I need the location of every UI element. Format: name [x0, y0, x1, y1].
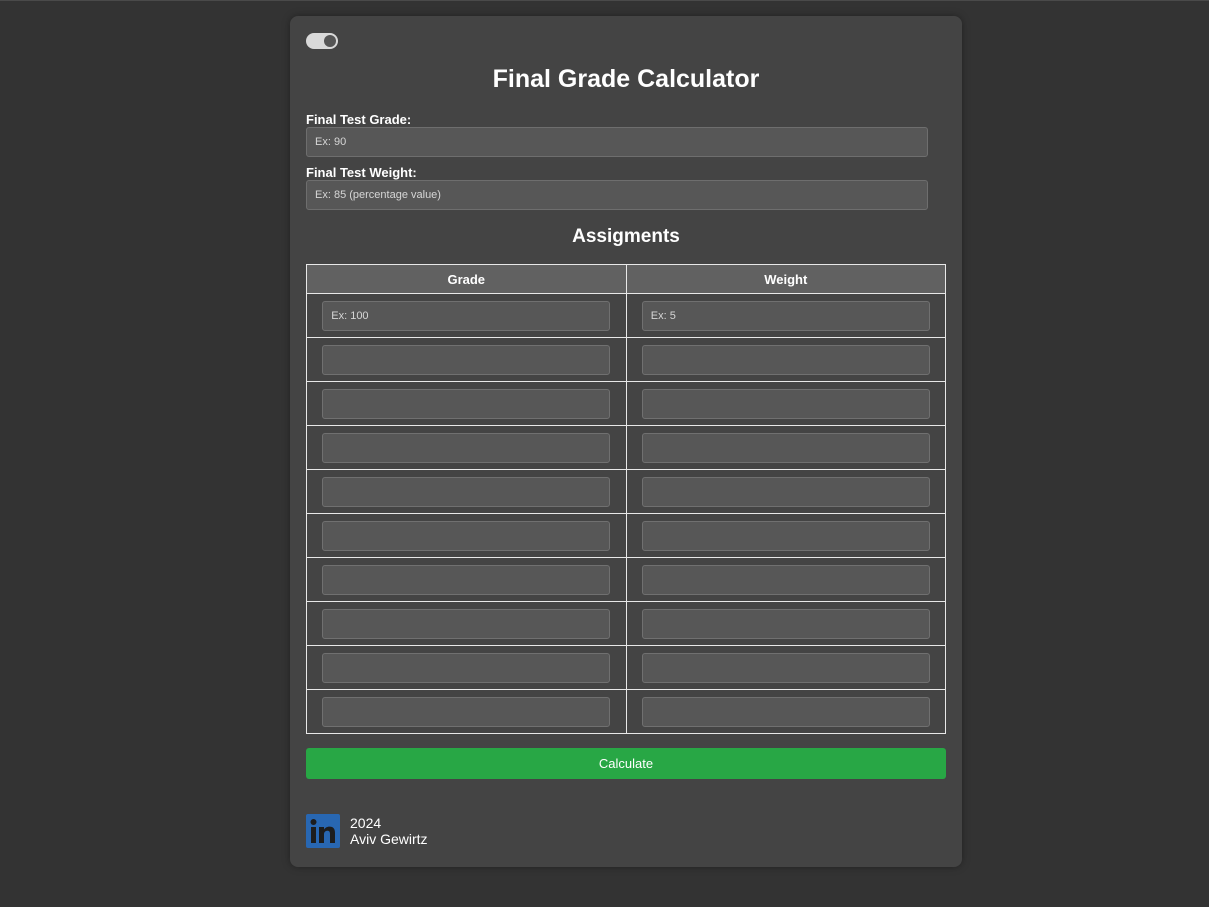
weight-input[interactable]	[641, 344, 930, 375]
grade-input[interactable]	[322, 344, 611, 375]
table-row	[306, 689, 946, 734]
final-test-grade-input[interactable]	[306, 127, 928, 157]
toggle-knob	[324, 35, 336, 47]
grade-cell	[306, 645, 627, 690]
weight-cell	[625, 381, 946, 426]
footer: 2024 Aviv Gewirtz	[306, 814, 428, 848]
table-row	[306, 601, 946, 646]
grade-input[interactable]	[322, 652, 611, 683]
table-row	[306, 513, 946, 558]
weight-input[interactable]	[641, 300, 930, 331]
weight-cell	[625, 293, 946, 338]
calculate-button[interactable]: Calculate	[306, 748, 946, 779]
weight-cell	[625, 645, 946, 690]
weight-cell	[625, 557, 946, 602]
footer-year: 2024	[350, 815, 382, 831]
table-header-row: Grade Weight	[306, 264, 946, 294]
weight-input[interactable]	[641, 608, 930, 639]
weight-cell	[625, 469, 946, 514]
top-border	[0, 0, 1209, 1]
weight-cell	[625, 425, 946, 470]
grade-input[interactable]	[322, 696, 611, 727]
final-test-weight-label: Final Test Weight:	[306, 165, 417, 180]
weight-cell	[625, 337, 946, 382]
grade-cell	[306, 425, 627, 470]
grade-column-header: Grade	[306, 264, 627, 294]
table-row	[306, 293, 946, 338]
grade-cell	[306, 601, 627, 646]
grade-cell	[306, 469, 627, 514]
weight-cell	[625, 601, 946, 646]
weight-input[interactable]	[641, 520, 930, 551]
page-title: Final Grade Calculator	[492, 65, 760, 93]
grade-input[interactable]	[322, 520, 611, 551]
author-link[interactable]: Aviv Gewirtz	[350, 831, 428, 847]
final-test-grade-label: Final Test Grade:	[306, 112, 412, 127]
grade-cell	[306, 293, 627, 338]
weight-input[interactable]	[641, 652, 930, 683]
weight-column-header: Weight	[625, 264, 946, 294]
grade-cell	[306, 557, 627, 602]
table-row	[306, 557, 946, 602]
grade-input[interactable]	[322, 476, 611, 507]
table-row	[306, 425, 946, 470]
footer-text: 2024 Aviv Gewirtz	[350, 815, 428, 847]
assignments-title: Assigments	[572, 226, 680, 247]
grade-cell	[306, 513, 627, 558]
grade-input[interactable]	[322, 432, 611, 463]
assignments-table-body	[306, 293, 946, 734]
grade-input[interactable]	[322, 608, 611, 639]
theme-toggle[interactable]	[306, 33, 338, 49]
weight-input[interactable]	[641, 476, 930, 507]
weight-input[interactable]	[641, 696, 930, 727]
grade-input[interactable]	[322, 564, 611, 595]
linkedin-icon[interactable]	[306, 814, 340, 848]
table-row	[306, 337, 946, 382]
grade-input[interactable]	[322, 300, 611, 331]
table-row	[306, 381, 946, 426]
grade-cell	[306, 337, 627, 382]
grade-input[interactable]	[322, 388, 611, 419]
weight-cell	[625, 513, 946, 558]
weight-input[interactable]	[641, 564, 930, 595]
final-test-weight-input[interactable]	[306, 180, 928, 210]
weight-input[interactable]	[641, 432, 930, 463]
weight-cell	[625, 689, 946, 734]
grade-cell	[306, 381, 627, 426]
assignments-table: Grade Weight	[306, 264, 946, 734]
calculator-card: Final Grade Calculator Final Test Grade:…	[290, 16, 962, 867]
table-row	[306, 645, 946, 690]
grade-cell	[306, 689, 627, 734]
table-row	[306, 469, 946, 514]
weight-input[interactable]	[641, 388, 930, 419]
